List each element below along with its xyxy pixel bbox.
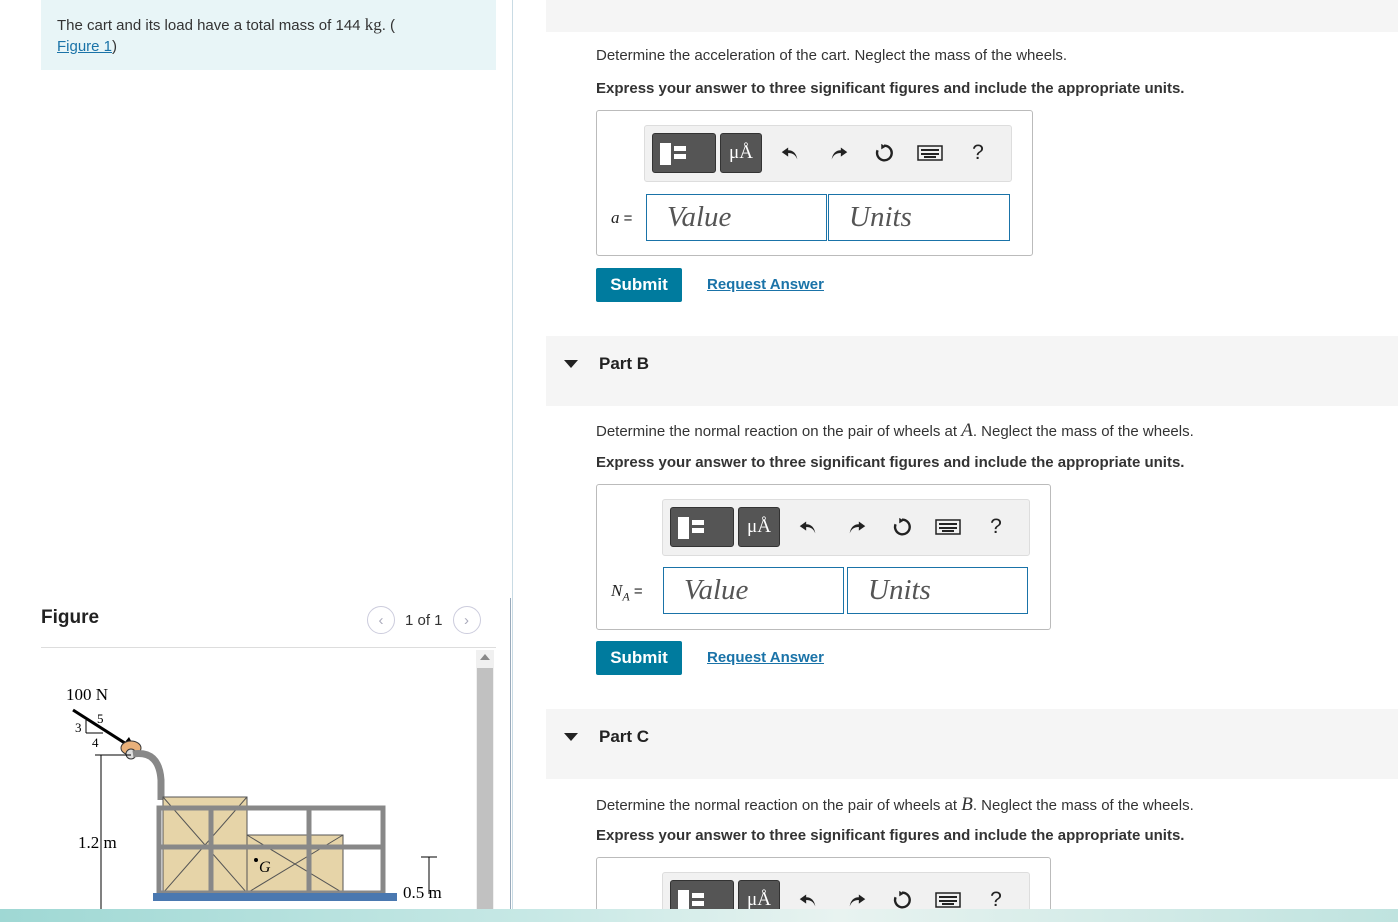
figure-pager: ‹ 1 of 1 ›	[367, 606, 481, 634]
part-b-question: Determine the normal reaction on the pai…	[596, 420, 1194, 441]
keyboard-icon[interactable]	[917, 138, 943, 168]
slope-4-label: 4	[92, 735, 99, 750]
figure-rule	[41, 647, 496, 648]
figure-image: 100 N 3 4 5 1.2 m G 0.5 m	[41, 650, 471, 910]
reset-icon[interactable]	[871, 138, 897, 168]
figure-title: Figure	[41, 607, 100, 628]
mass-unit: kg	[364, 15, 382, 34]
redo-icon[interactable]	[826, 138, 852, 168]
panel-divider	[512, 0, 513, 922]
scroll-up-icon[interactable]	[480, 654, 490, 660]
part-a-header	[546, 0, 1398, 32]
reset-icon[interactable]	[889, 512, 915, 542]
part-a-request-answer-link[interactable]: Request Answer	[707, 276, 824, 293]
chevron-right-icon[interactable]: ›	[452, 606, 481, 634]
part-c-question: Determine the normal reaction on the pai…	[596, 794, 1194, 815]
undo-icon[interactable]	[777, 138, 803, 168]
part-b-submit-button[interactable]: Submit	[596, 641, 682, 675]
part-a-question: Determine the acceleration of the cart. …	[596, 47, 1068, 64]
intro-text: The cart and its load have a total mass …	[57, 17, 361, 34]
part-a-variable: a =	[611, 208, 633, 227]
part-a-value-input[interactable]: Value	[646, 194, 827, 241]
part-b-units-input[interactable]: Units	[847, 567, 1028, 614]
pager-text: 1 of 1	[405, 611, 443, 629]
collapse-caret-icon[interactable]	[564, 733, 578, 741]
part-b-header[interactable]: Part B	[546, 336, 1398, 406]
slope-3-label: 3	[75, 720, 82, 735]
part-c-header[interactable]: Part C	[546, 709, 1398, 779]
center-label: G	[259, 859, 271, 876]
part-b-toolbar: μÅ ?	[662, 499, 1030, 556]
part-b-variable: NA =	[611, 581, 643, 604]
units-icon[interactable]: μÅ	[720, 133, 762, 173]
undo-icon[interactable]	[795, 512, 821, 542]
part-b-label: Part B	[599, 354, 650, 373]
offset-label: 0.5 m	[403, 883, 442, 902]
part-a-units-input[interactable]: Units	[828, 194, 1010, 241]
figure-header: Figure ‹ 1 of 1 ›	[41, 606, 496, 646]
help-icon[interactable]: ?	[983, 512, 1009, 542]
part-a-toolbar: μÅ ?	[644, 125, 1012, 182]
intro-text-after: . (	[381, 17, 396, 34]
figure-scrollbar[interactable]	[476, 650, 494, 910]
part-b-instruction: Express your answer to three significant…	[596, 454, 1185, 471]
part-c-label: Part C	[599, 727, 650, 746]
part-b-request-answer-link[interactable]: Request Answer	[707, 649, 824, 666]
part-a-instruction: Express your answer to three significant…	[596, 80, 1185, 97]
figure-panel-edge	[510, 598, 511, 910]
part-b-value-input[interactable]: Value	[663, 567, 844, 614]
height-label: 1.2 m	[78, 833, 117, 852]
taskbar-strip	[0, 909, 1398, 922]
templates-icon[interactable]	[652, 133, 716, 173]
scroll-thumb[interactable]	[477, 668, 493, 910]
chevron-left-icon[interactable]: ‹	[367, 606, 395, 634]
close-paren: )	[112, 38, 118, 55]
units-icon[interactable]: μÅ	[738, 507, 780, 547]
redo-icon[interactable]	[844, 512, 870, 542]
cart-diagram: 100 N 3 4 5 1.2 m G 0.5 m	[66, 685, 442, 910]
problem-intro: The cart and its load have a total mass …	[41, 0, 496, 70]
help-icon[interactable]: ?	[965, 138, 991, 168]
slope-5-label: 5	[97, 711, 104, 726]
templates-icon[interactable]	[670, 507, 734, 547]
part-b-answer-box: μÅ ? NA = Value Units	[596, 484, 1051, 630]
figure-link[interactable]: Figure 1	[57, 38, 112, 55]
part-c-instruction: Express your answer to three significant…	[596, 827, 1185, 844]
part-a-submit-button[interactable]: Submit	[596, 268, 682, 302]
force-label: 100 N	[66, 685, 108, 704]
collapse-caret-icon[interactable]	[564, 360, 578, 368]
part-a-answer-box: μÅ ? a = Value Units	[596, 110, 1033, 256]
keyboard-icon[interactable]	[935, 512, 961, 542]
